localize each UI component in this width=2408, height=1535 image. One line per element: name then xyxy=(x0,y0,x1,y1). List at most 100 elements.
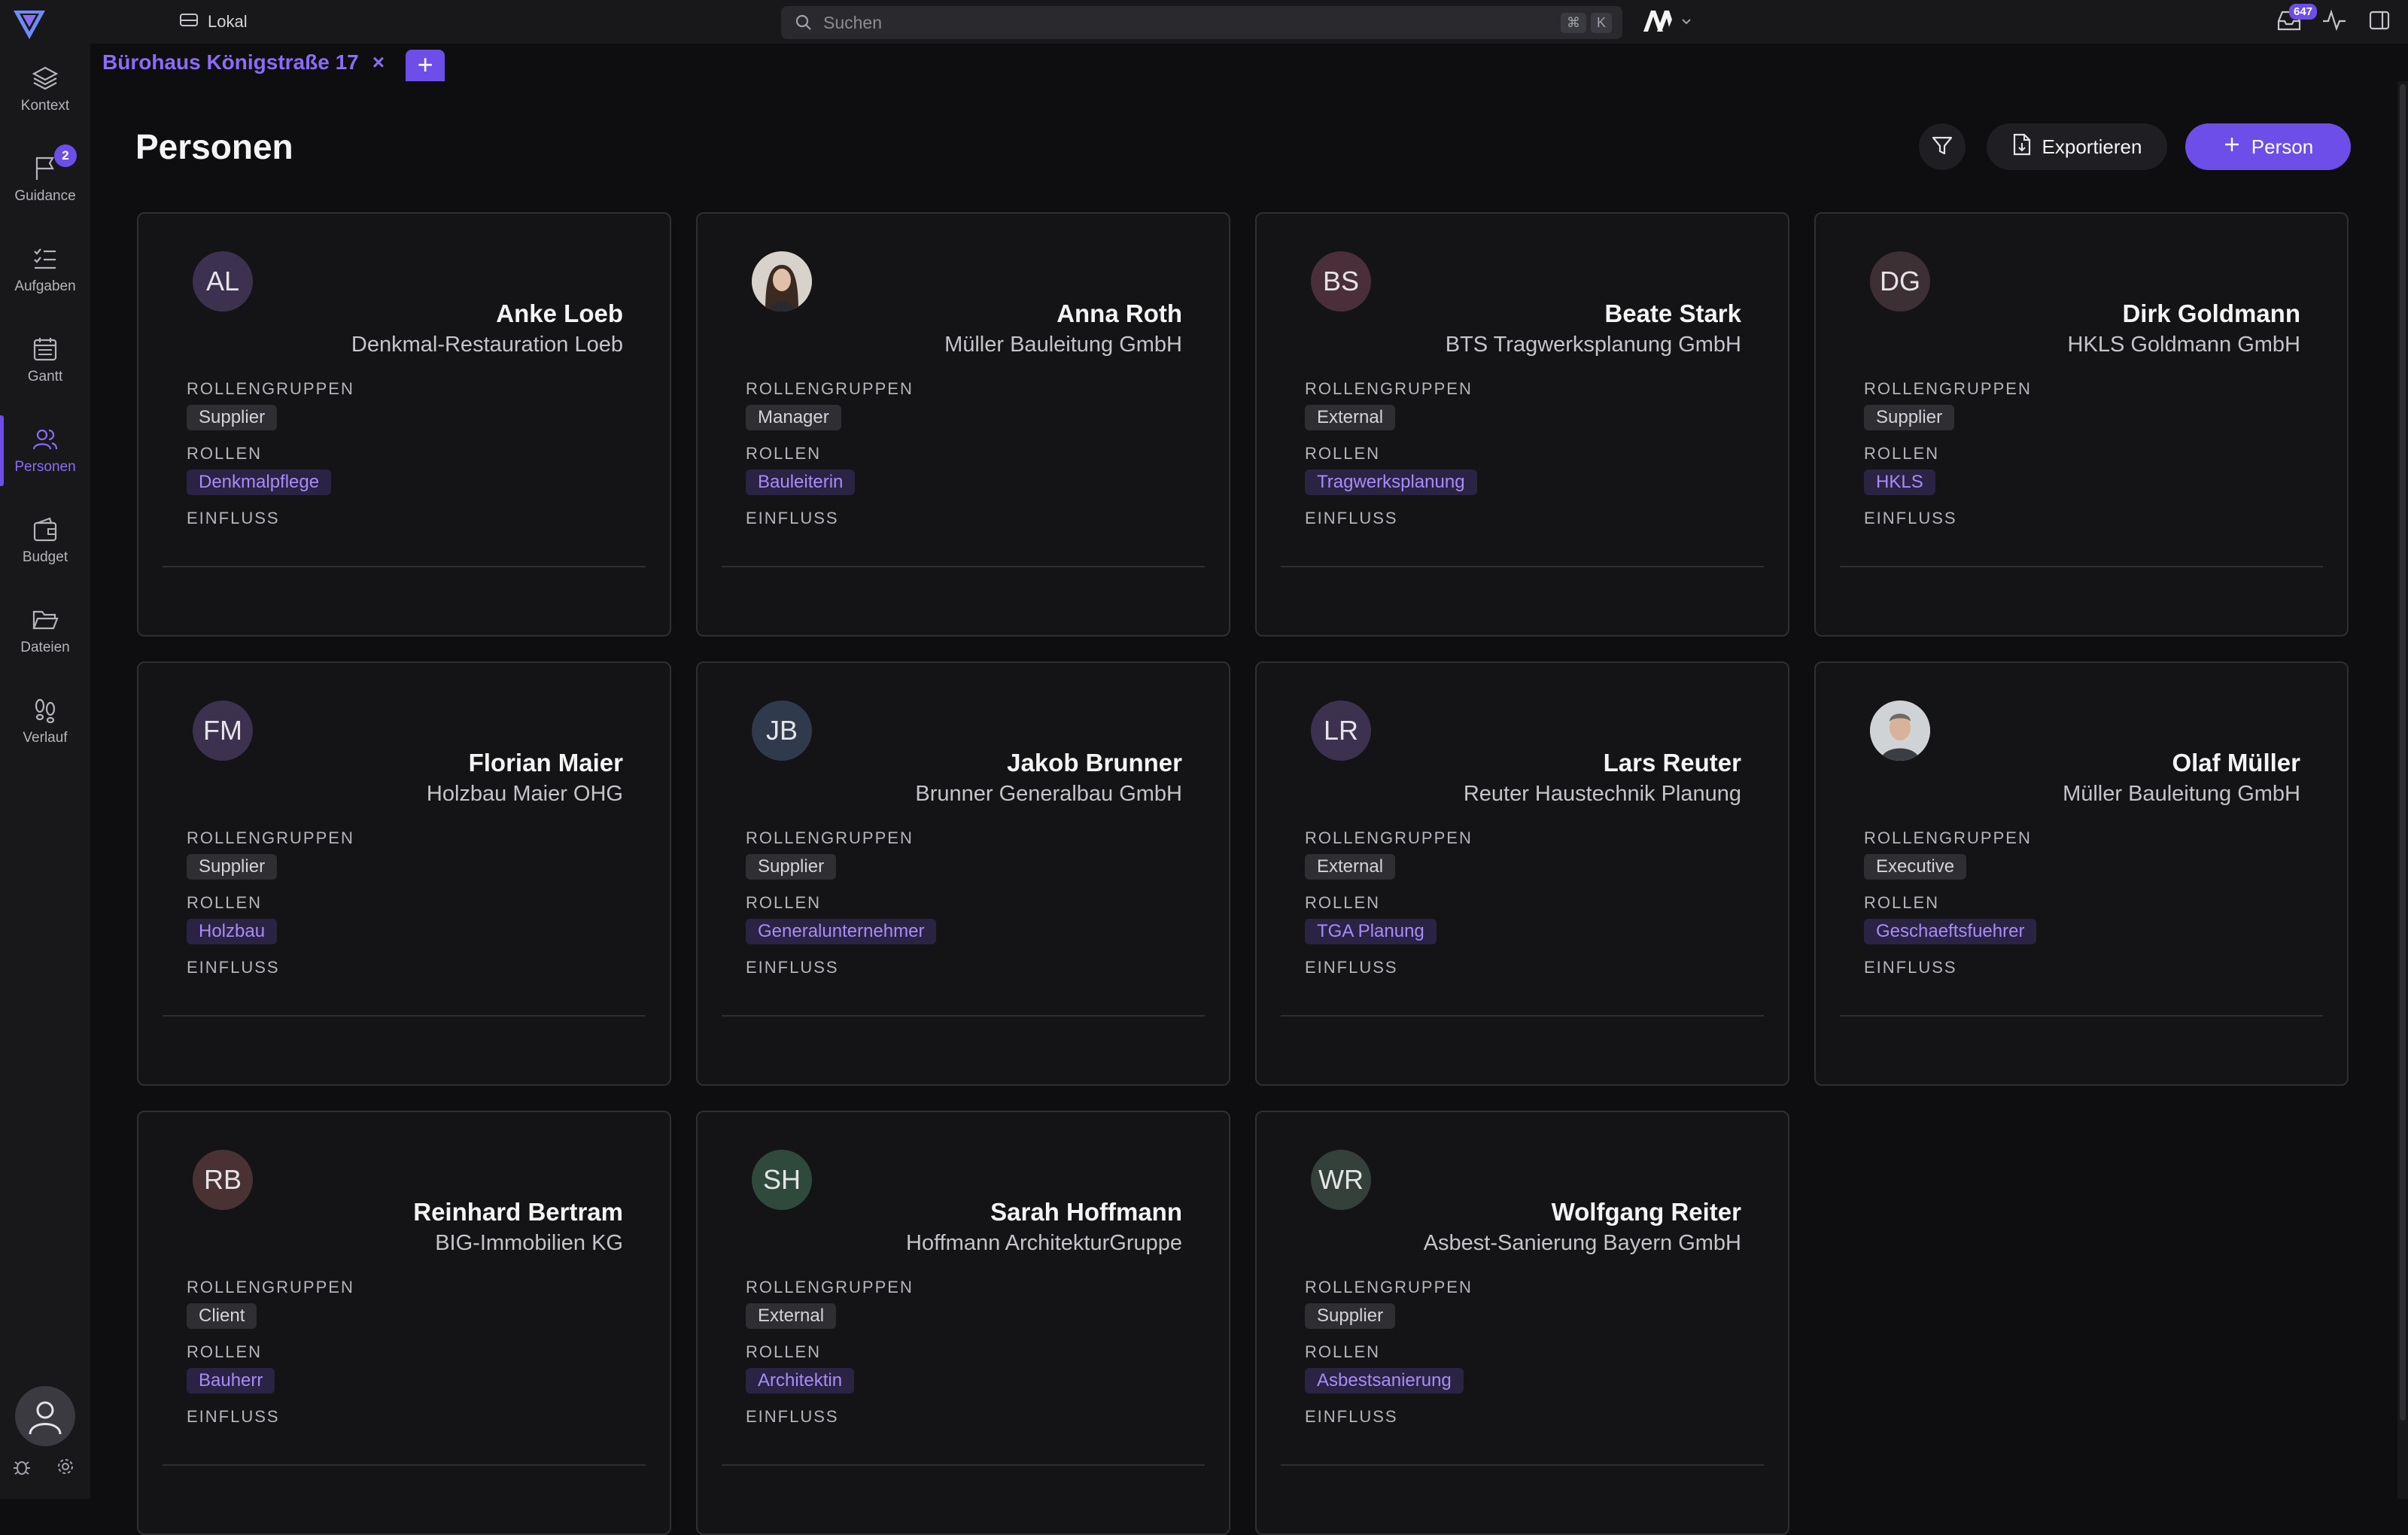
influence-label: EINFLUSS xyxy=(187,509,280,527)
person-card[interactable]: Olaf Müller Müller Bauleitung GmbH ROLLE… xyxy=(1814,661,2349,1086)
avatar-initials: AL xyxy=(205,266,240,296)
influence-label: EINFLUSS xyxy=(1864,958,1957,977)
person-name: Sarah Hoffmann xyxy=(990,1198,1182,1226)
roles-label: ROLLEN xyxy=(187,893,263,912)
sidebar-item-label: Budget xyxy=(22,549,68,565)
sidebar-item-guidance[interactable]: 2 Guidance xyxy=(0,138,90,221)
add-tab-button[interactable]: + xyxy=(406,50,445,81)
export-label: Exportieren xyxy=(2042,135,2142,158)
roles-label: ROLLEN xyxy=(1305,444,1381,463)
role-groups-label: ROLLENGRUPPEN xyxy=(1305,828,1473,847)
gear-icon[interactable] xyxy=(56,1457,75,1480)
panel-toggle-button[interactable] xyxy=(2364,7,2394,37)
search-input[interactable] xyxy=(822,11,1561,34)
person-card[interactable]: BS Beate Stark BTS Tragwerksplanung GmbH… xyxy=(1255,212,1789,637)
person-card[interactable]: WR Wolfgang Reiter Asbest-Sanierung Baye… xyxy=(1255,1111,1789,1535)
person-photo-icon xyxy=(1870,701,1930,761)
sidebar-item-dateien[interactable]: Dateien xyxy=(0,590,90,673)
inbox-button[interactable]: 647 xyxy=(2274,4,2318,37)
influence-label: EINFLUSS xyxy=(746,958,839,977)
k-key: K xyxy=(1590,12,1612,33)
role-tag: TGA Planung xyxy=(1305,919,1437,944)
person-company: BIG-Immobilien KG xyxy=(435,1231,623,1255)
person-name: Reinhard Bertram xyxy=(413,1198,623,1226)
export-button[interactable]: Exportieren xyxy=(1987,123,2167,170)
brand-menu[interactable] xyxy=(1642,8,1693,38)
sidebar-item-personen[interactable]: Personen xyxy=(0,409,90,492)
influence-label: EINFLUSS xyxy=(746,509,839,527)
filter-icon xyxy=(1931,134,1953,160)
person-name: Wolfgang Reiter xyxy=(1551,1198,1741,1226)
app-logo-icon[interactable] xyxy=(11,5,48,42)
search-bar[interactable]: ⌘ K xyxy=(781,6,1622,39)
chevron-down-icon xyxy=(1680,14,1693,32)
activity-button[interactable] xyxy=(2319,7,2349,37)
sidebar-item-budget[interactable]: Budget xyxy=(0,500,90,582)
person-name: Florian Maier xyxy=(468,749,623,777)
sidebar-item-label: Guidance xyxy=(14,188,76,204)
role-groups-label: ROLLENGRUPPEN xyxy=(187,379,354,398)
sidebar-item-label: Verlauf xyxy=(23,730,68,746)
role-tag: Denkmalpflege xyxy=(187,470,332,495)
avatar: LR xyxy=(1311,701,1371,761)
bug-icon[interactable] xyxy=(12,1457,32,1480)
divider xyxy=(163,566,646,567)
person-company: Brunner Generalbau GmbH xyxy=(915,782,1182,806)
avatar: JB xyxy=(752,701,812,761)
person-card[interactable]: JB Jakob Brunner Brunner Generalbau GmbH… xyxy=(696,661,1230,1086)
divider xyxy=(1281,566,1764,567)
close-icon[interactable]: × xyxy=(372,50,385,74)
role-group-tag: Supplier xyxy=(187,854,278,880)
search-icon xyxy=(795,14,813,32)
role-groups-label: ROLLENGRUPPEN xyxy=(746,828,914,847)
role-tag: HKLS xyxy=(1864,470,1935,495)
cmd-key: ⌘ xyxy=(1560,12,1586,33)
person-card[interactable]: DG Dirk Goldmann HKLS Goldmann GmbH ROLL… xyxy=(1814,212,2349,637)
user-avatar[interactable] xyxy=(15,1386,75,1446)
hard-drive-icon xyxy=(179,11,199,32)
person-card[interactable]: Anna Roth Müller Bauleitung GmbH ROLLENG… xyxy=(696,212,1230,637)
workspace-label: Lokal xyxy=(208,12,248,31)
person-grid: AL Anke Loeb Denkmal-Restauration Loeb R… xyxy=(137,212,2349,1535)
activity-icon xyxy=(2321,8,2347,35)
sidebar-item-kontext[interactable]: Kontext xyxy=(0,48,90,131)
divider xyxy=(1281,1464,1764,1466)
person-card[interactable]: RB Reinhard Bertram BIG-Immobilien KG RO… xyxy=(137,1111,671,1535)
avatar xyxy=(1870,701,1930,761)
person-card[interactable]: AL Anke Loeb Denkmal-Restauration Loeb R… xyxy=(137,212,671,637)
roles-label: ROLLEN xyxy=(1864,893,1940,912)
person-company: Reuter Haustechnik Planung xyxy=(1463,782,1741,806)
person-name: Anna Roth xyxy=(1057,299,1182,327)
person-company: Holzbau Maier OHG xyxy=(426,782,623,806)
sidebar-bottom-actions xyxy=(12,1457,75,1480)
sidebar-item-gantt[interactable]: Gantt xyxy=(0,319,90,402)
footsteps-icon xyxy=(32,697,59,724)
roles-label: ROLLEN xyxy=(746,893,822,912)
divider xyxy=(722,1015,1205,1017)
user-icon xyxy=(29,1401,62,1435)
add-person-label: Person xyxy=(2251,135,2314,158)
person-card[interactable]: LR Lars Reuter Reuter Haustechnik Planun… xyxy=(1255,661,1789,1086)
person-company: Asbest-Sanierung Bayern GmbH xyxy=(1423,1231,1741,1255)
workspace-selector[interactable]: Lokal xyxy=(179,9,248,35)
avatar-initials: SH xyxy=(762,1164,801,1195)
sidebar-item-aufgaben[interactable]: Aufgaben xyxy=(0,229,90,312)
person-name: Olaf Müller xyxy=(2172,749,2300,777)
role-group-tag: Manager xyxy=(746,405,841,430)
avatar-initials: WR xyxy=(1318,1164,1364,1195)
avatar-initials: LR xyxy=(1323,715,1359,746)
role-groups-label: ROLLENGRUPPEN xyxy=(1864,379,2032,398)
role-groups-label: ROLLENGRUPPEN xyxy=(187,828,354,847)
sidebar-item-verlauf[interactable]: Verlauf xyxy=(0,680,90,763)
main-scrollbar[interactable] xyxy=(2397,81,2408,1499)
person-name: Anke Loeb xyxy=(496,299,623,327)
scrollbar-thumb[interactable] xyxy=(2400,84,2406,1421)
avatar-initials: RB xyxy=(203,1164,242,1195)
avatar: SH xyxy=(752,1150,812,1210)
filter-button[interactable] xyxy=(1919,123,1966,170)
add-person-button[interactable]: Person xyxy=(2185,123,2351,170)
flag-icon: 2 xyxy=(32,144,77,182)
tab-project[interactable]: Bürohaus Königstraße 17 × xyxy=(90,44,397,81)
person-card[interactable]: SH Sarah Hoffmann Hoffmann ArchitekturGr… xyxy=(696,1111,1230,1535)
person-card[interactable]: FM Florian Maier Holzbau Maier OHG ROLLE… xyxy=(137,661,671,1086)
